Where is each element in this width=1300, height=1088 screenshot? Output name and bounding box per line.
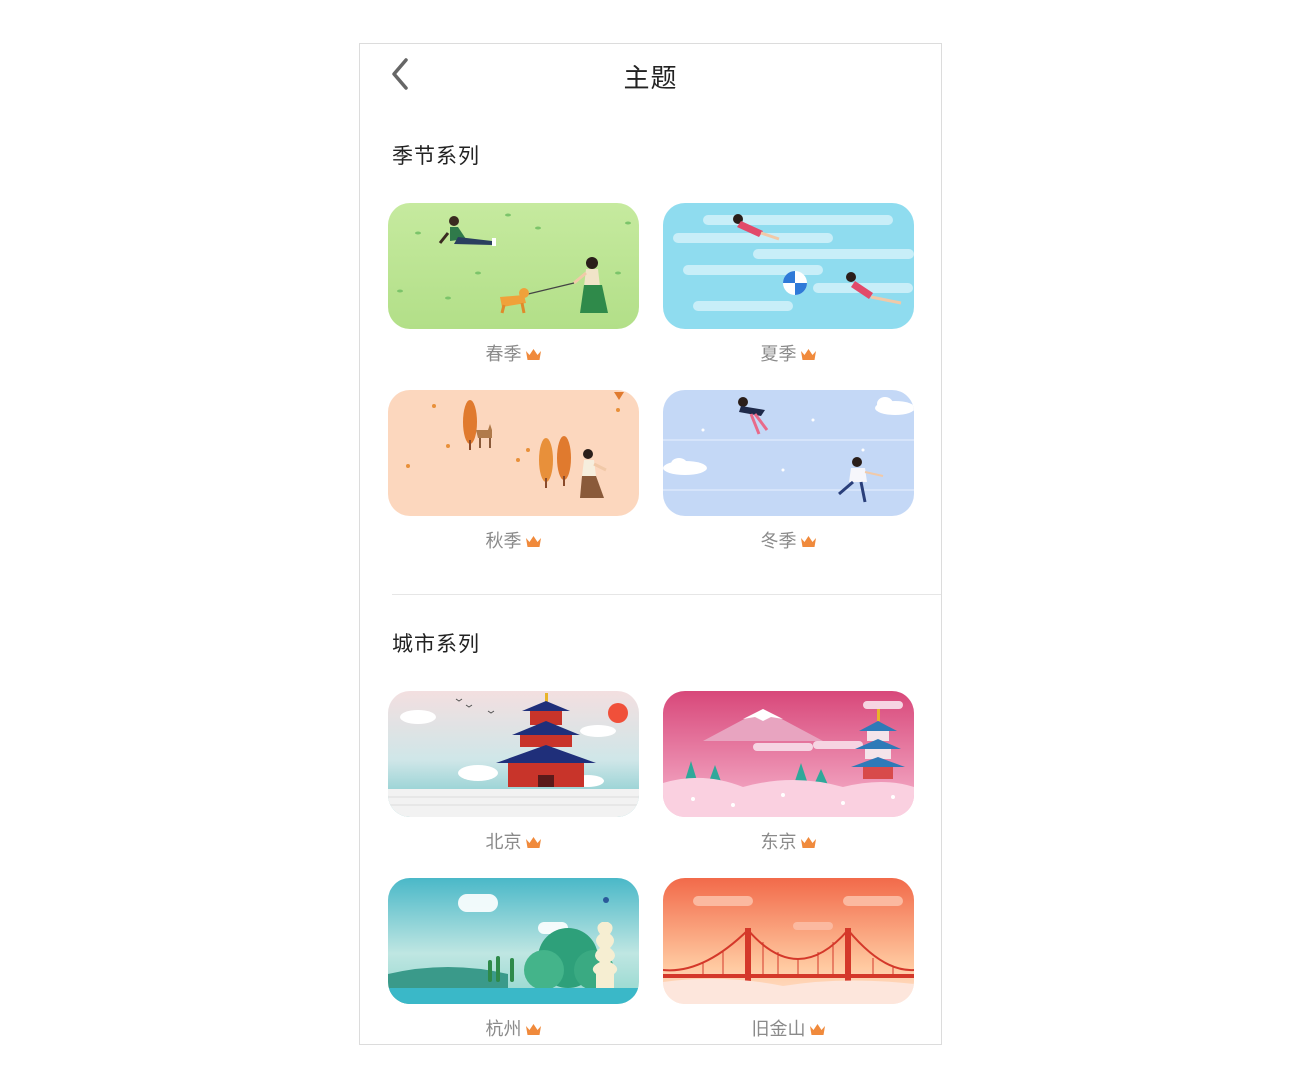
section-title-cities: 城市系列 bbox=[392, 632, 480, 656]
section-divider bbox=[392, 594, 941, 595]
crown-icon bbox=[525, 837, 541, 848]
theme-card-beijing[interactable] bbox=[388, 691, 639, 817]
theme-card-summer[interactable] bbox=[663, 203, 914, 329]
theme-label-summer: 夏季 bbox=[663, 340, 914, 366]
theme-card-autumn[interactable] bbox=[388, 390, 639, 516]
crown-icon bbox=[800, 536, 816, 547]
crown-icon bbox=[525, 536, 541, 547]
theme-label-tokyo: 东京 bbox=[663, 828, 914, 854]
theme-label-autumn: 秋季 bbox=[388, 527, 639, 553]
theme-label-san-francisco: 旧金山 bbox=[663, 1015, 914, 1041]
crown-icon bbox=[809, 1024, 825, 1035]
theme-card-san-francisco[interactable] bbox=[663, 878, 914, 1004]
theme-card-spring[interactable] bbox=[388, 203, 639, 329]
crown-icon bbox=[525, 349, 541, 360]
crown-icon bbox=[800, 349, 816, 360]
page-title: 主题 bbox=[623, 64, 678, 94]
theme-screen: 主题 季节系列 春季 夏季 秋季 冬季 城市系列 北京 东京 杭州 旧金山 bbox=[359, 43, 942, 1045]
section-title-seasons: 季节系列 bbox=[392, 144, 480, 168]
theme-label-hangzhou: 杭州 bbox=[388, 1015, 639, 1041]
header: 主题 bbox=[360, 44, 941, 108]
theme-card-hangzhou[interactable] bbox=[388, 878, 639, 1004]
theme-card-tokyo[interactable] bbox=[663, 691, 914, 817]
theme-label-spring: 春季 bbox=[388, 340, 639, 366]
crown-icon bbox=[525, 1024, 541, 1035]
crown-icon bbox=[800, 837, 816, 848]
theme-label-beijing: 北京 bbox=[388, 828, 639, 854]
theme-label-winter: 冬季 bbox=[663, 527, 914, 553]
theme-card-winter[interactable] bbox=[663, 390, 914, 516]
